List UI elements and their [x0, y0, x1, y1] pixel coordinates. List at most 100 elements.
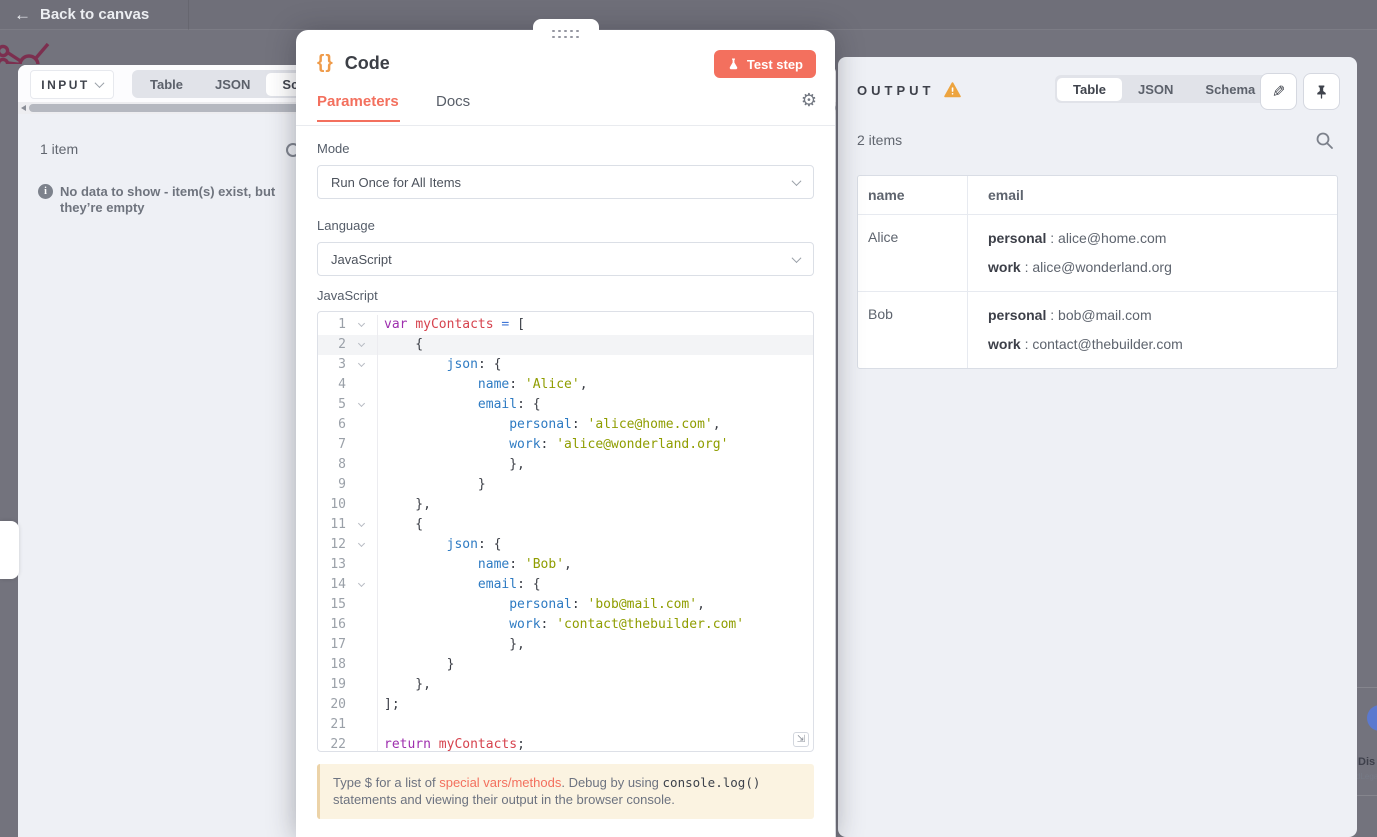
code-line[interactable]: 14 email: { [318, 575, 813, 595]
code-line[interactable]: 10 }, [318, 495, 813, 515]
chevron-down-icon [791, 252, 802, 263]
code-line[interactable]: 13 name: 'Bob', [318, 555, 813, 575]
chevron-down-icon [791, 175, 802, 186]
dialog-drag-handle[interactable] [532, 19, 599, 41]
code-line[interactable]: 5 email: { [318, 395, 813, 415]
canvas-fragment-line [1357, 687, 1377, 688]
line-number: 10 [330, 497, 346, 512]
fold-chevron-icon[interactable] [357, 399, 366, 408]
input-tab-json[interactable]: JSON [199, 73, 266, 96]
code-line[interactable]: 3 json: { [318, 355, 813, 375]
code-line[interactable]: 16 work: 'contact@thebuilder.com' [318, 615, 813, 635]
code-editor[interactable]: 1 var myContacts = [2 {3 json: {4 name: '… [317, 311, 814, 752]
code-line[interactable]: 12 json: { [318, 535, 813, 555]
top-bar: ← Back to canvas [0, 0, 1377, 30]
input-title: INPUT [41, 77, 90, 92]
search-icon[interactable] [1315, 131, 1334, 150]
tab-parameters[interactable]: Parameters [317, 93, 400, 122]
editor-gutter: 10 [318, 495, 378, 515]
editor-gutter: 4 [318, 375, 378, 395]
gear-icon[interactable]: ⚙ [801, 90, 817, 111]
mode-select[interactable]: Run Once for All Items [317, 165, 814, 199]
code-text: email: { [477, 397, 541, 412]
editor-gutter: 1 [318, 315, 378, 335]
test-step-button[interactable]: Test step [713, 50, 816, 78]
fold-chevron-icon[interactable] [357, 359, 366, 368]
scroll-left-arrow-icon[interactable] [21, 105, 26, 111]
line-number: 8 [338, 457, 346, 472]
table-row: Alice personal : alice@home.com work : ali… [858, 215, 1337, 292]
line-number: 11 [330, 517, 346, 532]
input-source-select[interactable]: INPUT [30, 70, 114, 99]
code-line[interactable]: 6 personal: 'alice@home.com', [318, 415, 813, 435]
code-text: }, [384, 457, 525, 472]
editor-gutter: 7 [318, 435, 378, 455]
code-line[interactable]: 15 personal: 'bob@mail.com', [318, 595, 813, 615]
code-line[interactable]: 9 } [318, 475, 813, 495]
line-number: 9 [338, 477, 346, 492]
code-text: return myContacts; [384, 737, 525, 752]
code-line[interactable]: 11 { [318, 515, 813, 535]
fold-chevron-icon[interactable] [357, 339, 366, 348]
editor-gutter: 3 [318, 355, 378, 375]
code-line[interactable]: 4 name: 'Alice', [318, 375, 813, 395]
special-vars-link[interactable]: special vars/methods [439, 775, 561, 790]
output-tab-table[interactable]: Table [1057, 77, 1122, 101]
output-table: name email Alice personal : alice@home.co… [857, 175, 1338, 369]
dialog-title: Code [344, 52, 390, 73]
code-line[interactable]: 7 work: 'alice@wonderland.org' [318, 435, 813, 455]
pin-data-button[interactable] [1303, 73, 1340, 110]
line-number: 7 [338, 437, 346, 452]
back-to-canvas-label: Back to canvas [40, 6, 150, 23]
line-number: 22 [330, 737, 346, 752]
test-step-label: Test step [746, 56, 803, 72]
language-select[interactable]: JavaScript [317, 242, 814, 276]
code-line[interactable]: 8 }, [318, 455, 813, 475]
code-editor-lines[interactable]: 1 var myContacts = [2 {3 json: {4 name: '… [318, 315, 813, 752]
fold-chevron-icon[interactable] [357, 519, 366, 528]
code-text: json: { [446, 537, 502, 552]
editor-resize-grip[interactable]: ⇲ [793, 732, 809, 747]
code-line[interactable]: 17 }, [318, 635, 813, 655]
fold-chevron-icon[interactable] [357, 319, 366, 328]
warning-icon [944, 82, 962, 98]
code-text: email: { [477, 577, 541, 592]
editor-gutter: 14 [318, 575, 378, 595]
code-line[interactable]: 22 return myContacts; [318, 735, 813, 752]
editor-gutter: 18 [318, 655, 378, 675]
code-line[interactable]: 21 [318, 715, 813, 735]
line-number: 5 [338, 397, 346, 412]
code-text: name: 'Alice', [477, 377, 588, 392]
editor-gutter: 15 [318, 595, 378, 615]
line-number: 15 [330, 597, 346, 612]
output-tab-json[interactable]: JSON [1122, 78, 1189, 101]
code-line[interactable]: 2 { [318, 335, 813, 355]
code-line[interactable]: 1 var myContacts = [ [318, 315, 813, 335]
left-panel-collapse-handle[interactable] [0, 521, 19, 579]
code-line[interactable]: 19 }, [318, 675, 813, 695]
edit-output-button[interactable]: ✎ [1260, 73, 1297, 110]
editor-gutter: 22 [318, 735, 378, 752]
code-line[interactable]: 20]; [318, 695, 813, 715]
editor-gutter: 21 [318, 715, 378, 735]
editor-gutter: 11 [318, 515, 378, 535]
input-tab-table[interactable]: Table [134, 73, 199, 96]
fold-chevron-icon[interactable] [357, 579, 366, 588]
editor-gutter: 13 [318, 555, 378, 575]
line-number: 2 [338, 337, 346, 352]
hint-text: statements and viewing their output in t… [333, 792, 675, 807]
canvas-fragment-line [1357, 795, 1377, 796]
fold-chevron-icon[interactable] [357, 539, 366, 548]
line-number: 6 [338, 417, 346, 432]
output-tab-schema[interactable]: Schema [1189, 78, 1271, 101]
line-number: 18 [330, 657, 346, 672]
code-text: work: 'alice@wonderland.org' [509, 437, 729, 452]
code-line[interactable]: 18 } [318, 655, 813, 675]
code-text: json: { [446, 357, 502, 372]
tab-docs[interactable]: Docs [436, 93, 470, 110]
code-node-dialog: {} Code Test step Parameters Docs ⚙ Mode… [296, 19, 835, 837]
table-header-row: name email [858, 176, 1337, 215]
table-row: Bob personal : bob@mail.com work : contact… [858, 292, 1337, 368]
chevron-down-icon [94, 78, 105, 89]
line-number: 19 [330, 677, 346, 692]
